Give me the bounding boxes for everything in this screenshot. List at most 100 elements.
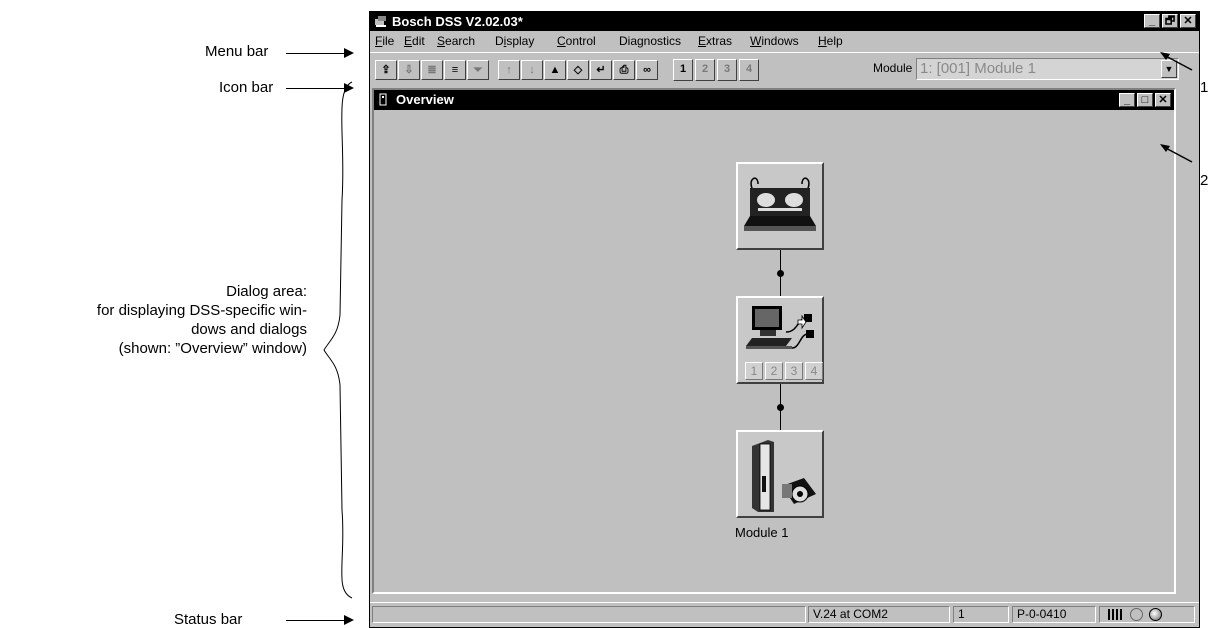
module-label: Module xyxy=(873,61,913,75)
activity-bars-icon xyxy=(1108,609,1122,620)
slot-2-button[interactable]: 2 xyxy=(695,59,715,81)
pc-interface-node[interactable]: 1 2 3 4 xyxy=(736,296,824,384)
drive-module-icon xyxy=(752,440,816,512)
menu-help[interactable]: Help xyxy=(818,31,843,51)
dialog-area-brace xyxy=(323,81,353,599)
filter-button[interactable]: ⏷ xyxy=(467,60,489,80)
module-caption: Module 1 xyxy=(735,525,789,540)
status-parameter: P-0-0410 xyxy=(1012,606,1096,623)
menu-help-mnemonic: H xyxy=(818,34,827,48)
menu-file[interactable]: File xyxy=(375,31,394,51)
callout-number-1: 1 xyxy=(1200,79,1209,96)
menu-extras[interactable]: Extras xyxy=(698,31,732,51)
connector-dot-1 xyxy=(777,270,784,277)
status-message-panel xyxy=(372,606,806,623)
find-button[interactable]: ∞ xyxy=(636,60,658,80)
icon-bar: ⇪ ⇩ ≣ ≡ ⏷ ↑ ↓ ▲ ◇ ↵ ⎙ ∞ 1 2 3 4 Module 1… xyxy=(370,52,1199,87)
callout-arrow-1 xyxy=(1160,52,1193,71)
compare-button[interactable]: ≣ xyxy=(421,60,443,80)
programming-device-node[interactable] xyxy=(736,162,824,250)
menu-display[interactable]: Display xyxy=(495,31,534,51)
binoculars-icon: ∞ xyxy=(643,64,651,76)
status-index: 1 xyxy=(953,606,1009,623)
overview-title: Overview xyxy=(396,92,454,107)
app-title: Bosch DSS V2.02.03* xyxy=(392,14,523,29)
restore-button[interactable]: 🗗 xyxy=(1162,14,1178,28)
overview-titlebar: Overview _ □ ✕ xyxy=(374,90,1174,110)
sort-descending-button[interactable]: ↓ xyxy=(521,60,543,80)
app-titlebar: Bosch DSS V2.02.03* _ 🗗 ✕ xyxy=(370,12,1199,31)
menu-control-mnemonic: C xyxy=(557,34,566,48)
menu-diagnostics[interactable]: Diagnostics xyxy=(619,31,681,51)
list-icon: ≣ xyxy=(427,64,437,76)
callout-number-2: 2 xyxy=(1200,172,1209,189)
annotation-icon-bar: Icon bar xyxy=(219,79,274,96)
warning-icon: ▲ xyxy=(549,64,561,76)
status-port: V.24 at COM2 xyxy=(808,606,950,623)
overview-minimize-button[interactable]: _ xyxy=(1119,93,1135,107)
upload-icon: ⇪ xyxy=(381,64,391,76)
laptop-device-icon xyxy=(744,177,816,231)
annotation-dialog-area: Dialog area: for displaying DSS-specific… xyxy=(97,282,307,358)
pc-interface-icon xyxy=(746,306,814,349)
status-bar: V.24 at COM2 1 P-0-0410 xyxy=(370,602,1199,627)
drive-module-node[interactable] xyxy=(736,430,824,518)
filter-icon: ⏷ xyxy=(473,64,483,76)
dialog-area-line-4: (shown: ”Overview” window) xyxy=(118,340,307,357)
menu-display-label: splay xyxy=(506,34,535,48)
parameter-list-button[interactable]: ≡ xyxy=(444,60,466,80)
pc-slot-3[interactable]: 3 xyxy=(785,362,803,380)
dialog-area-line-3: dows and dialogs xyxy=(191,321,307,338)
menu-windows-label: indows xyxy=(761,34,799,48)
menu-display-prefix: D xyxy=(495,34,504,48)
menu-search[interactable]: Search xyxy=(437,31,475,51)
sort-ascending-button[interactable]: ↑ xyxy=(498,60,520,80)
overview-maximize-button[interactable]: □ xyxy=(1137,93,1153,107)
upload-parameters-button[interactable]: ⇪ xyxy=(375,60,397,80)
printer-icon: ⎙ xyxy=(619,64,629,76)
pc-slot-2[interactable]: 2 xyxy=(765,362,783,380)
app-window: Bosch DSS V2.02.03* _ 🗗 ✕ File Edit Sear… xyxy=(369,11,1200,628)
tag-button[interactable]: ◇ xyxy=(567,60,589,80)
overview-close-button[interactable]: ✕ xyxy=(1155,93,1171,107)
overview-window-controls: _ □ ✕ xyxy=(1119,93,1171,107)
slot-3-button[interactable]: 3 xyxy=(717,59,737,81)
menu-windows-mnemonic: W xyxy=(750,34,762,48)
menu-file-label: ile xyxy=(382,34,395,48)
warning-button[interactable]: ▲ xyxy=(544,60,566,80)
pc-slot-indicators: 1 2 3 4 xyxy=(745,362,823,380)
print-button[interactable]: ⎙ xyxy=(613,60,635,80)
overview-window: Overview _ □ ✕ 1 2 3 4 Module 1 xyxy=(372,88,1176,594)
enter-button[interactable]: ↵ xyxy=(590,60,612,80)
dialog-area-line-2: for displaying DSS-specific win- xyxy=(96,302,307,319)
close-button[interactable]: ✕ xyxy=(1180,14,1196,28)
slot-1-button[interactable]: 1 xyxy=(673,59,693,81)
menu-extras-mnemonic: E xyxy=(698,34,707,48)
menu-bar: File Edit Search Display Control Diagnos… xyxy=(370,31,1199,51)
download-parameters-button[interactable]: ⇩ xyxy=(398,60,420,80)
menu-extras-label: xtras xyxy=(706,34,733,48)
download-icon: ⇩ xyxy=(404,64,414,76)
sort-ascending-icon: ↑ xyxy=(506,64,512,76)
minimize-button[interactable]: _ xyxy=(1144,14,1160,28)
menu-control[interactable]: Control xyxy=(557,31,596,51)
menu-edit-mnemonic: E xyxy=(404,34,413,48)
pc-slot-4[interactable]: 4 xyxy=(805,362,823,380)
module-select[interactable]: 1: [001] Module 1 ▼ xyxy=(916,58,1179,80)
callout-arrow-2 xyxy=(1160,144,1193,163)
connector-dot-2 xyxy=(777,404,784,411)
pc-slot-1[interactable]: 1 xyxy=(745,362,763,380)
menu-search-mnemonic: S xyxy=(437,34,446,48)
menu-control-label: ontrol xyxy=(565,34,596,48)
slot-4-button[interactable]: 4 xyxy=(739,59,759,81)
menu-windows[interactable]: Windows xyxy=(750,31,799,51)
arrow-status-bar xyxy=(286,615,354,625)
app-icon xyxy=(375,16,386,27)
status-led-icon xyxy=(1149,608,1162,621)
app-window-controls: _ 🗗 ✕ xyxy=(1144,14,1196,28)
menu-search-label: earch xyxy=(445,34,476,48)
no-connection-icon xyxy=(1130,608,1143,621)
menu-diagnostics-label: Diagnostics xyxy=(619,34,682,48)
annotation-status-bar: Status bar xyxy=(174,611,243,628)
menu-edit[interactable]: Edit xyxy=(404,31,425,51)
